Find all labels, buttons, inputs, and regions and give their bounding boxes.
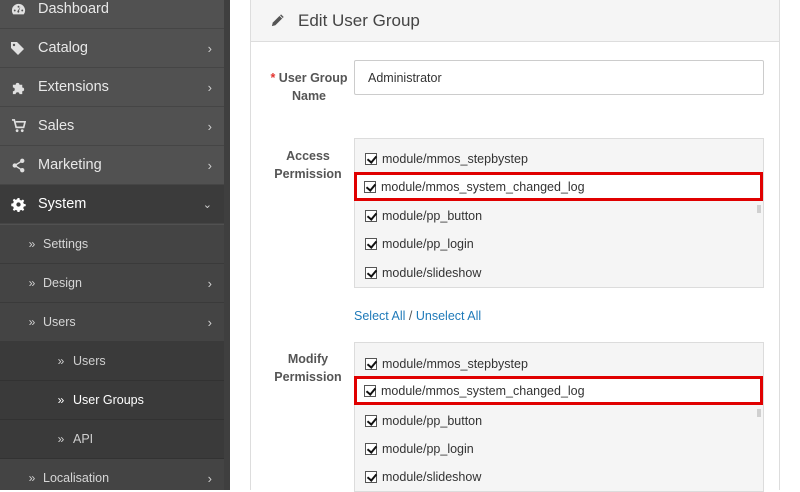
perm-label: module/mmos_system_changed_log (381, 180, 585, 194)
modify-perm-item[interactable]: module/pp_login (365, 439, 474, 459)
sidebar-item-label: Localisation (43, 471, 110, 485)
sidebar-item-label: Settings (43, 237, 89, 251)
cart-icon (10, 118, 26, 134)
double-chevron-right-icon: » (57, 432, 65, 446)
sidebar-item-label: Sales (38, 118, 75, 134)
chevron-right-icon: › (207, 275, 212, 291)
unselect-all-link[interactable]: Unselect All (416, 309, 481, 323)
dashboard-icon (10, 1, 26, 17)
perm-label: module/pp_button (382, 209, 483, 223)
modify-perm-item[interactable]: module/mmos_stepbystep (365, 354, 528, 374)
perm-label: module/mmos_stepbystep (382, 152, 528, 166)
access-perm-item[interactable]: module/slideshow (365, 263, 481, 283)
sidebar-item-label: System (38, 196, 87, 212)
required-marker: * (270, 71, 276, 85)
highlighted-access-perm-item[interactable]: module/mmos_system_changed_log (354, 172, 763, 201)
checkbox-checked[interactable] (365, 267, 377, 279)
sidebar-item-extensions[interactable]: Extensions › (0, 68, 224, 107)
access-permission-label: Access Permission (274, 149, 342, 181)
sidebar-item-label: Marketing (38, 157, 102, 173)
checkbox-checked[interactable] (365, 443, 377, 455)
checkbox-checked[interactable] (364, 181, 376, 193)
sidebar-item-label: Design (43, 276, 82, 290)
panel-heading: Edit User Group (251, 0, 779, 42)
access-perm-item[interactable]: module/mmos_stepbystep (365, 149, 528, 169)
highlighted-modify-perm-item[interactable]: module/mmos_system_changed_log (354, 376, 763, 405)
perm-label: module/mmos_system_changed_log (381, 384, 585, 398)
select-all-link[interactable]: Select All (354, 309, 405, 323)
perm-label: module/pp_button (382, 414, 483, 428)
double-chevron-right-icon: » (28, 237, 36, 251)
puzzle-icon (10, 79, 26, 95)
scrollbar[interactable] (757, 205, 761, 213)
perm-label: module/slideshow (382, 470, 482, 484)
checkbox-checked[interactable] (365, 358, 377, 370)
share-icon (10, 157, 26, 173)
sidebar-item-label: Users (43, 315, 76, 329)
checkbox-checked[interactable] (365, 153, 377, 165)
double-chevron-right-icon: » (28, 315, 36, 329)
sidebar-item-label: User Groups (73, 393, 144, 407)
tags-icon (10, 40, 26, 56)
checkbox-checked[interactable] (364, 385, 376, 397)
chevron-right-icon: › (207, 118, 212, 134)
sidebar-item-label: API (73, 432, 94, 446)
sidebar-edge (224, 0, 230, 490)
chevron-right-icon: › (207, 157, 212, 173)
sidebar-item-label: Catalog (38, 40, 88, 56)
access-perm-item[interactable]: module/pp_button (365, 206, 482, 226)
modify-permission-label: Modify Permission (274, 352, 342, 384)
sidebar-item-api[interactable]: » API (0, 420, 224, 459)
select-links: Select All / Unselect All (354, 309, 481, 323)
double-chevron-right-icon: » (28, 276, 36, 290)
checkbox-checked[interactable] (365, 415, 377, 427)
access-perm-item[interactable]: module/mmos_system_changed_log (364, 177, 585, 197)
sidebar-item-user-groups[interactable]: » User Groups (0, 381, 224, 420)
sidebar-item-label: Dashboard (38, 1, 109, 17)
scrollbar[interactable] (757, 409, 761, 417)
sidebar-item-label: Users (73, 354, 106, 368)
chevron-down-icon: ⌄ (202, 198, 212, 211)
double-chevron-right-icon: » (57, 354, 65, 368)
user-group-name-input[interactable] (354, 60, 764, 95)
double-chevron-right-icon: » (57, 393, 65, 407)
perm-label: module/slideshow (382, 266, 482, 280)
modify-perm-item[interactable]: module/slideshow (365, 467, 481, 487)
checkbox-checked[interactable] (365, 471, 377, 483)
panel-title: Edit User Group (298, 11, 420, 30)
pencil-icon (271, 13, 287, 29)
sidebar-item-label: Extensions (38, 79, 109, 95)
access-permission-list[interactable]: module/mmos_stepbystep module/pp_button … (354, 138, 764, 288)
modify-perm-item[interactable]: module/pp_button (365, 411, 482, 431)
double-chevron-right-icon: » (28, 471, 36, 485)
sidebar-item-localisation[interactable]: » Localisation › (0, 459, 224, 490)
perm-label: module/mmos_stepbystep (382, 357, 528, 371)
modify-perm-item[interactable]: module/mmos_system_changed_log (364, 381, 585, 401)
sidebar-item-dashboard[interactable]: Dashboard (0, 0, 224, 29)
chevron-right-icon: › (207, 470, 212, 486)
chevron-right-icon: › (207, 40, 212, 56)
checkbox-checked[interactable] (365, 238, 377, 250)
sidebar-item-settings[interactable]: » Settings (0, 225, 224, 264)
access-perm-item[interactable]: module/pp_login (365, 234, 474, 254)
sidebar-item-catalog[interactable]: Catalog › (0, 29, 224, 68)
sidebar: Dashboard Catalog › Extensions › Sales ›… (0, 0, 230, 490)
group-name-label-text: User Group Name (278, 71, 348, 103)
modify-permission-list[interactable]: module/mmos_stepbystep module/pp_button … (354, 342, 764, 492)
sidebar-item-system[interactable]: System ⌄ (0, 185, 224, 224)
sidebar-item-users[interactable]: » Users (0, 342, 224, 381)
perm-label: module/pp_login (382, 237, 474, 251)
sidebar-item-sales[interactable]: Sales › (0, 107, 224, 146)
chevron-right-icon: › (207, 79, 212, 95)
sidebar-item-marketing[interactable]: Marketing › (0, 146, 224, 185)
perm-label: module/pp_login (382, 442, 474, 456)
sidebar-item-users-group[interactable]: » Users › (0, 303, 224, 342)
link-separator: / (408, 309, 413, 323)
sidebar-item-design[interactable]: » Design › (0, 264, 224, 303)
cog-icon (10, 196, 26, 212)
group-name-label: * User Group Name (268, 69, 350, 105)
checkbox-checked[interactable] (365, 210, 377, 222)
chevron-right-icon: › (207, 314, 212, 330)
